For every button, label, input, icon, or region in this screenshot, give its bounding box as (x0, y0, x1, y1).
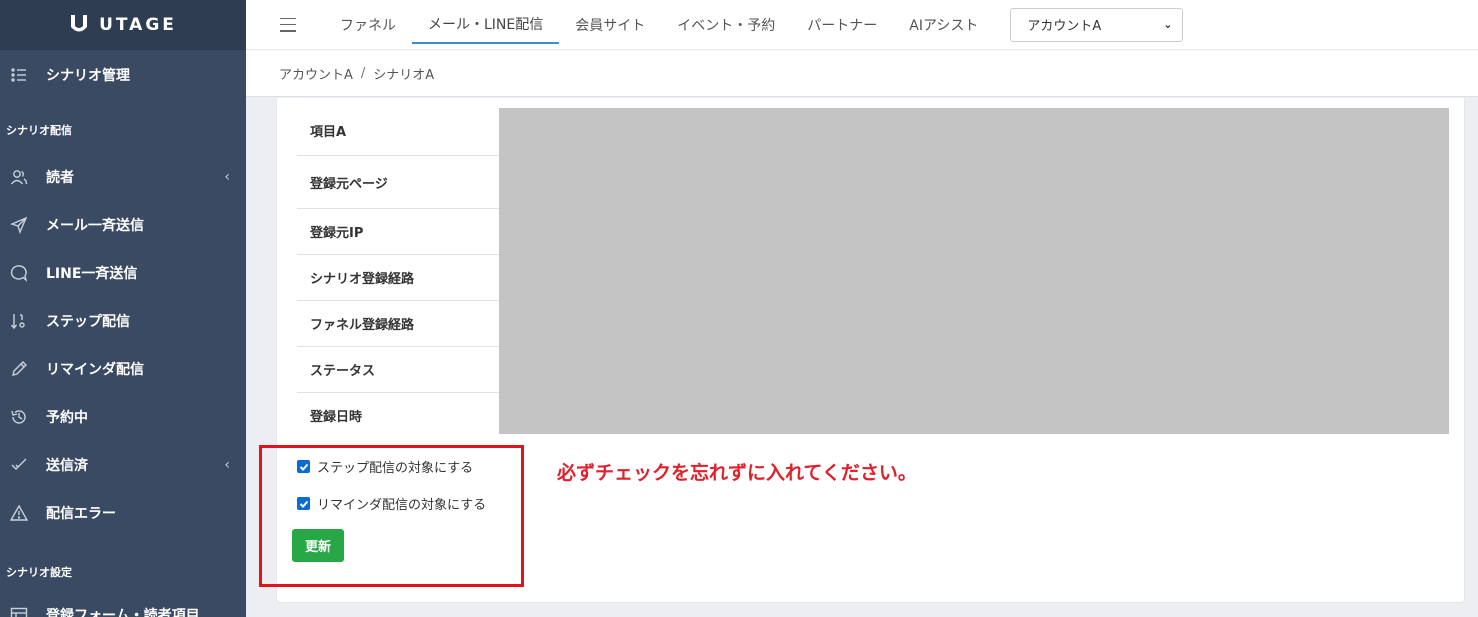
check-icon (8, 454, 30, 476)
chat-icon (8, 262, 30, 284)
account-select-value: アカウントA (1027, 19, 1102, 34)
sidebar-item-sent[interactable]: 送信済 ‹ (0, 441, 246, 489)
pencil-icon (8, 358, 30, 380)
tab-member-site[interactable]: 会員サイト (559, 6, 661, 44)
sort-icon (8, 310, 30, 332)
breadcrumb-scenario: シナリオA (373, 67, 435, 83)
sidebar-item-label: リマインダ配信 (46, 362, 144, 378)
sidebar-section-delivery: シナリオ配信 (6, 124, 72, 137)
sidebar-item-label: シナリオ管理 (46, 68, 130, 84)
sidebar-item-reminder-delivery[interactable]: リマインダ配信 (0, 345, 246, 393)
send-icon (8, 214, 30, 236)
hamburger-menu-icon[interactable] (280, 17, 296, 32)
sidebar-item-delivery-error[interactable]: 配信エラー (0, 489, 246, 537)
sidebar-item-label: 配信エラー (46, 506, 116, 522)
tab-funnel[interactable]: ファネル (324, 6, 412, 44)
annotation-highlight-box (259, 445, 524, 587)
tab-ai-assist[interactable]: AIアシスト (893, 6, 994, 44)
history-icon (8, 406, 30, 428)
field-label-status: ステータス (297, 346, 499, 392)
sidebar-item-line-broadcast[interactable]: LINE一斉送信 (0, 249, 246, 297)
sidebar-item-scheduled[interactable]: 予約中 (0, 393, 246, 441)
field-label-registered-at: 登録日時 (297, 392, 499, 438)
field-label-source-page: 登録元ページ (297, 155, 499, 208)
annotation-note: 必ずチェックを忘れずに入れてください。 (557, 462, 917, 484)
field-label-scenario-route: シナリオ登録経路 (297, 254, 499, 300)
logo-bar[interactable]: UTAGE (0, 0, 246, 50)
sidebar: UTAGE シナリオ管理 シナリオ配信 読者 ‹ メール一斉送信 LINE一斉送… (0, 0, 246, 617)
chevron-left-icon: ‹ (224, 457, 230, 473)
sidebar-item-label: 予約中 (46, 410, 88, 426)
logo-text: UTAGE (99, 15, 177, 35)
breadcrumb-account[interactable]: アカウントA (279, 64, 353, 83)
tab-partner[interactable]: パートナー (791, 6, 893, 44)
sidebar-item-label: LINE一斉送信 (46, 266, 138, 282)
field-label-source-ip: 登録元IP (297, 208, 499, 254)
sidebar-item-mail-broadcast[interactable]: メール一斉送信 (0, 201, 246, 249)
breadcrumb-separator: / (360, 65, 366, 81)
sidebar-item-label: 読者 (46, 170, 74, 186)
redacted-values-area (499, 108, 1449, 434)
field-label-table: 項目A 登録元ページ 登録元IP シナリオ登録経路 ファネル登録経路 ステータス… (297, 106, 499, 438)
sidebar-item-step-delivery[interactable]: ステップ配信 (0, 297, 246, 345)
chevron-down-icon: ⌄ (1163, 18, 1173, 31)
sidebar-item-label: メール一斉送信 (46, 218, 144, 234)
tab-mail-line[interactable]: メール・LINE配信 (412, 6, 560, 44)
field-label-item-a: 項目A (310, 125, 347, 140)
users-icon (8, 166, 30, 188)
sidebar-section-settings: シナリオ設定 (6, 566, 72, 579)
sidebar-item-readers[interactable]: 読者 ‹ (0, 153, 246, 201)
list-icon (8, 64, 30, 86)
field-label-funnel-route: ファネル登録経路 (297, 300, 499, 346)
utage-logo-icon (69, 14, 89, 36)
account-select[interactable]: アカウントA ⌄ (1010, 7, 1184, 42)
sidebar-item-label: ステップ配信 (46, 314, 130, 330)
tab-event-booking[interactable]: イベント・予約 (661, 6, 791, 44)
sidebar-item-scenario-management[interactable]: シナリオ管理 (0, 51, 246, 99)
breadcrumb: アカウントA / シナリオA (246, 50, 1478, 97)
table-icon (8, 604, 30, 617)
chevron-left-icon: ‹ (224, 169, 230, 185)
warning-icon (8, 502, 30, 524)
sidebar-item-label: 送信済 (46, 458, 88, 474)
sidebar-item-forms[interactable]: 登録フォーム・読者項目 (0, 591, 246, 617)
sidebar-item-label: 登録フォーム・読者項目 (46, 608, 200, 617)
top-navigation: ファネル メール・LINE配信 会員サイト イベント・予約 パートナー AIアシ… (246, 0, 1478, 50)
